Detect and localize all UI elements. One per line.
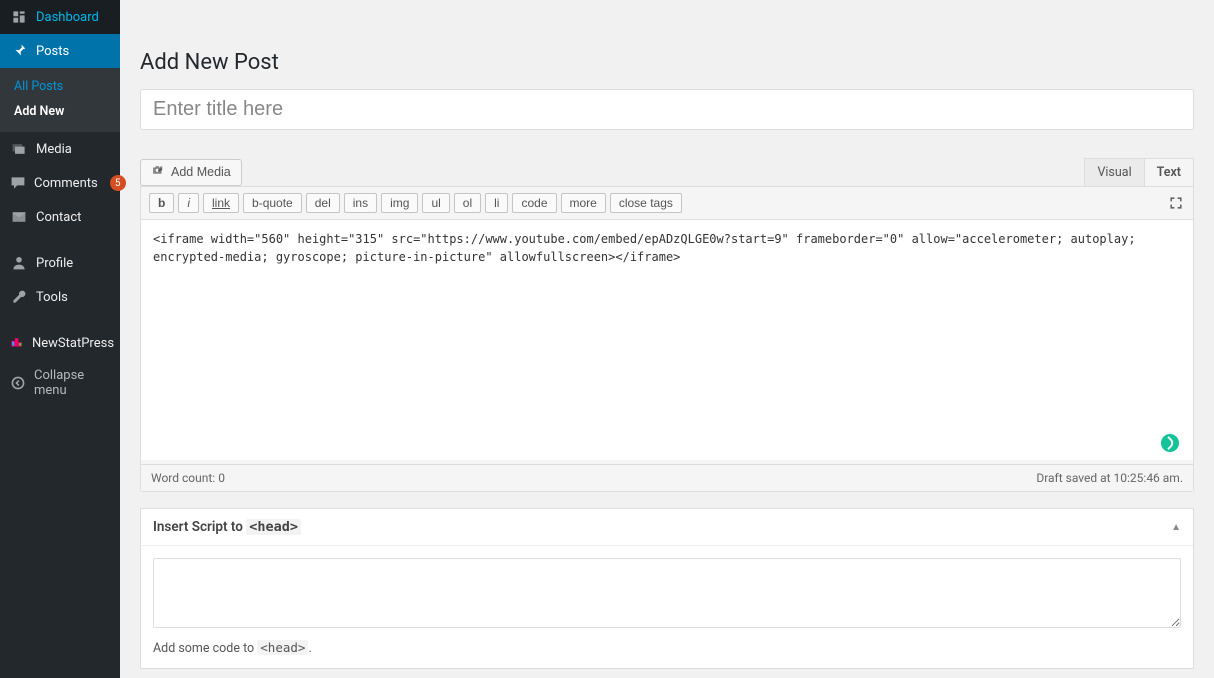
word-count: Word count: 0 (151, 471, 225, 485)
sidebar-item-label: Tools (36, 290, 68, 305)
quicktags-toolbar: b i link b-quote del ins img ul ol li co… (141, 187, 1193, 220)
sidebar-item-profile[interactable]: Profile (0, 246, 120, 280)
sidebar-subitem-add-new[interactable]: Add New (0, 99, 120, 124)
qt-bquote-button[interactable]: b-quote (243, 193, 302, 213)
autosave-status: Draft saved at 10:25:46 am. (1036, 471, 1183, 485)
sidebar-item-newstatpress[interactable]: NewStatPress (0, 326, 120, 360)
editor-body (141, 220, 1193, 464)
qt-italic-button[interactable]: i (178, 193, 199, 213)
camera-music-icon (151, 164, 165, 181)
sidebar-subitem-all-posts[interactable]: All Posts (0, 74, 120, 99)
qt-ol-button[interactable]: ol (454, 193, 481, 213)
head-script-textarea[interactable] (153, 558, 1181, 628)
fullscreen-toggle-icon[interactable] (1167, 194, 1185, 212)
qt-img-button[interactable]: img (381, 193, 418, 213)
user-icon (10, 254, 28, 272)
sidebar-item-media[interactable]: Media (0, 132, 120, 166)
tab-visual[interactable]: Visual (1084, 158, 1144, 186)
post-content-textarea[interactable] (141, 220, 1193, 460)
editor-mode-tabs: Visual Text (1084, 158, 1194, 186)
pin-icon (10, 42, 28, 60)
qt-closetags-button[interactable]: close tags (610, 193, 682, 213)
metabox-title: Insert Script to <head> (153, 519, 301, 535)
comments-count-badge: 5 (110, 175, 126, 191)
sidebar-item-label: Posts (36, 44, 69, 59)
sidebar-item-dashboard[interactable]: Dashboard (0, 0, 120, 34)
page-title: Add New Post (140, 50, 1194, 75)
metabox-toggle-icon[interactable]: ▲ (1171, 522, 1181, 533)
sidebar-item-label: Dashboard (36, 10, 99, 25)
sidebar-item-label: Collapse menu (34, 368, 110, 398)
media-icon (10, 140, 28, 158)
sidebar-item-label: NewStatPress (32, 336, 114, 351)
metabox-header[interactable]: Insert Script to <head> ▲ (141, 509, 1193, 546)
post-title-input[interactable] (140, 89, 1194, 130)
sidebar-item-tools[interactable]: Tools (0, 280, 120, 314)
sidebar-item-collapse[interactable]: Collapse menu (0, 360, 120, 406)
sidebar-spacer (0, 314, 120, 326)
sidebar-item-label: Contact (36, 210, 81, 225)
tools-icon (10, 288, 28, 306)
add-media-label: Add Media (171, 165, 231, 179)
sidebar-spacer (0, 234, 120, 246)
tab-text[interactable]: Text (1145, 158, 1194, 186)
metabox-note: Add some code to <head>. (153, 640, 1181, 656)
mail-icon (10, 208, 28, 226)
editor-container: b i link b-quote del ins img ul ol li co… (140, 186, 1194, 492)
sidebar-item-posts[interactable]: Posts (0, 34, 120, 68)
qt-more-button[interactable]: more (561, 193, 606, 213)
qt-li-button[interactable]: li (485, 193, 508, 213)
sidebar-item-contact[interactable]: Contact (0, 200, 120, 234)
qt-code-button[interactable]: code (512, 193, 556, 213)
sidebar-item-label: Profile (36, 256, 73, 271)
qt-ul-button[interactable]: ul (422, 193, 449, 213)
comment-icon (10, 174, 26, 192)
qt-ins-button[interactable]: ins (344, 193, 377, 213)
collapse-icon (10, 374, 26, 392)
grammarly-icon[interactable] (1161, 434, 1179, 452)
add-media-button[interactable]: Add Media (140, 159, 242, 186)
editor-statusbar: Word count: 0 Draft saved at 10:25:46 am… (141, 464, 1193, 491)
sidebar-submenu-posts: All Posts Add New (0, 68, 120, 132)
admin-sidebar: Dashboard Posts All Posts Add New Media … (0, 0, 120, 678)
main-content: Add New Post Add Media Visual Text b i l… (120, 0, 1214, 678)
sidebar-item-label: Media (36, 142, 72, 157)
dashboard-icon (10, 8, 28, 26)
qt-bold-button[interactable]: b (149, 193, 174, 213)
sidebar-item-comments[interactable]: Comments 5 (0, 166, 120, 200)
qt-del-button[interactable]: del (306, 193, 340, 213)
sidebar-item-label: Comments (34, 176, 98, 191)
qt-link-button[interactable]: link (203, 193, 239, 213)
stats-icon (10, 334, 24, 352)
insert-head-script-metabox: Insert Script to <head> ▲ Add some code … (140, 508, 1194, 669)
